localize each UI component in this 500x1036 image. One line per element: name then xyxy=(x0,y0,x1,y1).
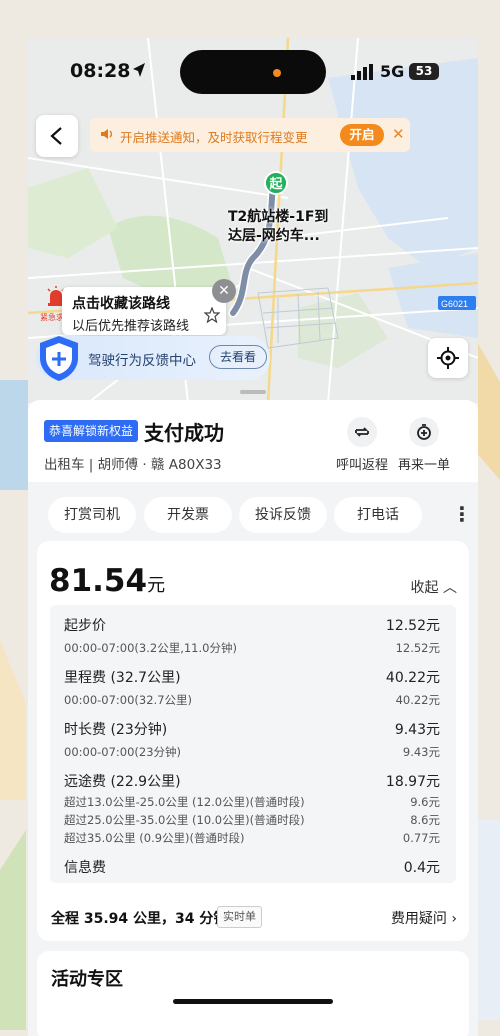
status-bar: 08:28 5G 53 xyxy=(28,38,478,106)
fare-detail: 00:00-07:00(3.2公里,11.0分钟) xyxy=(64,641,237,655)
driving-feedback-banner[interactable]: 驾驶行为反馈中心 去看看 xyxy=(36,336,270,381)
quick-actions: 打赏司机 开发票 投诉反馈 打电话 ⋮ xyxy=(48,497,478,533)
feedback-go-button[interactable]: 去看看 xyxy=(209,345,267,369)
fare-item-value: 40.22元 xyxy=(385,670,440,686)
fare-breakdown: 起步价 12.52元 00:00-07:00(3.2公里,11.0分钟) 12.… xyxy=(50,605,456,883)
locate-button[interactable] xyxy=(428,338,468,378)
fare-detail-value: 12.52元 xyxy=(395,641,440,655)
backdrop-shard xyxy=(0,380,28,490)
fare-item-name: 起步价 xyxy=(64,618,106,634)
star-icon[interactable] xyxy=(204,307,220,323)
bill-type-tag: 实时单 xyxy=(217,906,262,928)
fare-detail: 00:00-07:00(32.7公里) xyxy=(64,693,193,707)
back-button[interactable] xyxy=(36,115,78,157)
locate-icon xyxy=(437,347,459,369)
favorite-title: 点击收藏该路线 xyxy=(72,296,170,312)
close-popup-icon[interactable]: ✕ xyxy=(212,279,236,303)
feedback-text: 驾驶行为反馈中心 xyxy=(88,353,196,369)
phone-screen: G6021 08:28 5G 53 开启推送通知，及时获取行程变更 开启 ✕ 起 xyxy=(28,38,478,1036)
fare-detail-value: 8.6元 xyxy=(410,813,440,827)
fare-detail: 超过13.0公里-25.0公里 (12.0公里)(普通时段) xyxy=(64,795,305,809)
fare-card: 81.54元 收起 ︿ 起步价 12.52元 00:00-07:00(3.2公里… xyxy=(37,541,469,941)
invoice-button[interactable]: 开发票 xyxy=(144,497,232,533)
tip-driver-button[interactable]: 打赏司机 xyxy=(48,497,136,533)
benefit-badge[interactable]: 恭喜解锁新权益 xyxy=(44,420,139,442)
fare-detail: 00:00-07:00(23分钟) xyxy=(64,745,182,759)
fare-item-value: 18.97元 xyxy=(385,774,440,790)
call-driver-button[interactable]: 打电话 xyxy=(334,497,422,533)
recording-dot xyxy=(273,69,281,77)
currency-unit: 元 xyxy=(147,575,166,596)
fare-item-name: 远途费 (22.9公里) xyxy=(64,774,181,790)
payment-status-title: 支付成功 xyxy=(144,421,224,445)
dynamic-island xyxy=(180,50,326,94)
favorite-route-popup[interactable]: 点击收藏该路线 以后优先推荐该路线 xyxy=(62,287,226,335)
start-location-label: T2航站楼-1F到达层-网约车... xyxy=(228,209,329,244)
fee-question-label: 费用疑问 xyxy=(390,911,447,927)
complaint-button[interactable]: 投诉反馈 xyxy=(239,497,327,533)
driver-info: 出租车 | 胡师傅 · 赣 A80X33 xyxy=(44,457,222,473)
fare-item-value: 12.52元 xyxy=(385,618,440,634)
fare-item-value: 0.4元 xyxy=(403,860,440,876)
location-arrow-icon xyxy=(133,63,145,77)
reorder-button[interactable]: 再来一单 xyxy=(394,417,454,473)
push-notification-banner: 开启推送通知，及时获取行程变更 开启 ✕ xyxy=(90,118,410,152)
shield-icon xyxy=(40,336,78,381)
drag-handle[interactable] xyxy=(240,390,266,394)
order-sheet: 恭喜解锁新权益 支付成功 出租车 | 胡师傅 · 赣 A80X33 呼叫返程 再… xyxy=(28,400,478,1036)
fare-detail-value: 9.43元 xyxy=(402,745,440,759)
chevron-up-icon: ︿ xyxy=(443,580,457,596)
chevron-left-icon xyxy=(50,127,62,145)
backdrop-shard xyxy=(476,340,500,480)
fare-detail-value: 9.6元 xyxy=(410,795,440,809)
return-trip-label: 呼叫返程 xyxy=(335,458,388,473)
reorder-label: 再来一单 xyxy=(397,458,450,473)
chevron-right-icon: › xyxy=(451,911,457,927)
total-fare: 81.54元 xyxy=(49,563,165,599)
backdrop-shard xyxy=(0,830,26,1030)
fare-item-value: 9.43元 xyxy=(394,722,440,738)
battery-level: 53 xyxy=(409,63,439,80)
speaker-icon xyxy=(101,129,113,139)
activity-title: 活动专区 xyxy=(51,969,123,990)
favorite-subtitle: 以后优先推荐该路线 xyxy=(72,319,190,334)
enable-notification-button[interactable]: 开启 xyxy=(340,124,384,146)
notification-text: 开启推送通知，及时获取行程变更 xyxy=(120,130,308,145)
backdrop-shard xyxy=(0,640,26,800)
total-amount: 81.54 xyxy=(49,563,148,599)
more-options-icon[interactable]: ⋮ xyxy=(452,500,472,530)
fare-item-name: 里程费 (32.7公里) xyxy=(64,670,181,686)
trip-summary: 全程 35.94 公里，34 分钟 xyxy=(51,911,228,927)
return-trip-button[interactable]: 呼叫返程 xyxy=(332,417,392,473)
fare-detail: 超过35.0公里 (0.9公里)(普通时段) xyxy=(64,831,245,845)
fare-detail-value: 40.22元 xyxy=(395,693,440,707)
close-icon[interactable]: ✕ xyxy=(392,125,405,143)
reorder-icon xyxy=(417,424,431,440)
fare-detail: 超过25.0公里-35.0公里 (10.0公里)(普通时段) xyxy=(64,813,305,827)
backdrop-shard xyxy=(476,820,500,1020)
fare-item-name: 时长费 (23分钟) xyxy=(64,722,168,738)
home-indicator[interactable] xyxy=(173,999,333,1004)
status-time: 08:28 xyxy=(70,60,131,82)
collapse-label: 收起 xyxy=(410,580,439,596)
fare-item-name: 信息费 xyxy=(64,860,106,876)
fee-question-link[interactable]: 费用疑问 › xyxy=(391,908,457,928)
signal-icon xyxy=(351,64,373,80)
start-marker[interactable]: 起 xyxy=(264,171,288,195)
return-trip-icon xyxy=(355,427,369,437)
fare-detail-value: 0.77元 xyxy=(402,831,440,845)
route-map[interactable]: G6021 08:28 5G 53 开启推送通知，及时获取行程变更 开启 ✕ 起 xyxy=(28,38,478,403)
svg-text:G6021: G6021 xyxy=(441,299,468,309)
collapse-button[interactable]: 收起 ︿ xyxy=(411,577,457,597)
payment-summary: 恭喜解锁新权益 支付成功 出租车 | 胡师傅 · 赣 A80X33 呼叫返程 再… xyxy=(28,400,478,482)
activity-zone: 活动专区 xyxy=(37,951,469,1036)
network-type: 5G xyxy=(380,62,405,81)
